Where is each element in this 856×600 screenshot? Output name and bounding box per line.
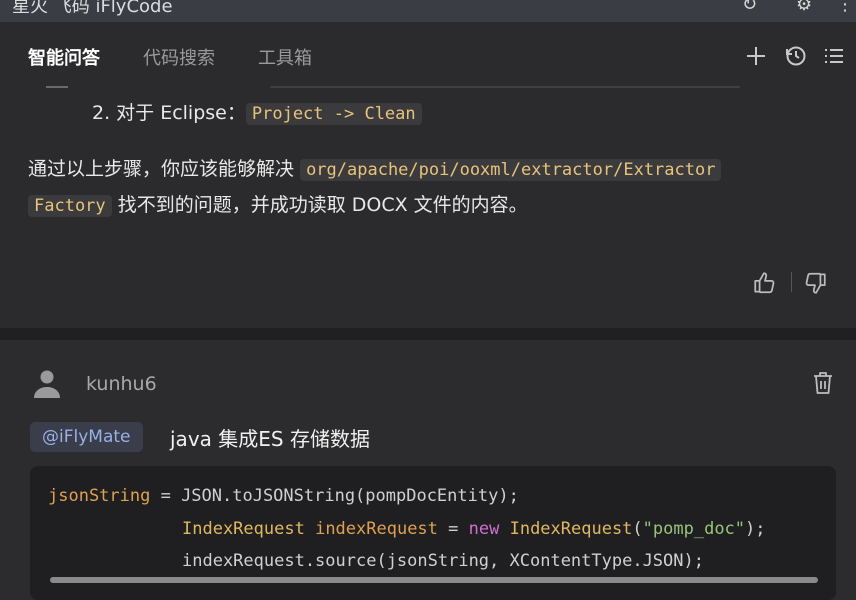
code-line-2: IndexRequest indexRequest = new IndexReq… [182, 519, 766, 539]
more-icon[interactable]: ⋮ [836, 0, 854, 15]
gear-icon[interactable]: ⚙ [796, 0, 812, 15]
answer-step: 2. 对于 Eclipse： Project -> Clean [92, 98, 422, 125]
user-avatar-icon [34, 370, 60, 398]
user-message: kunhu6 @iFlyMate java 集成ES 存储数据 jsonStri… [0, 340, 856, 600]
conclusion-code-part2: Factory [28, 195, 112, 217]
trash-icon[interactable] [812, 370, 834, 396]
list-icon[interactable] [822, 44, 846, 68]
answer-conclusion: 通过以上步骤，你应该能够解决 org/apache/poi/ooxml/extr… [28, 152, 833, 224]
window-title: 星火 飞码 iFlyCode [12, 0, 173, 17]
step-text: 2. 对于 Eclipse： [92, 102, 246, 124]
conclusion-code-part1: org/apache/poi/ooxml/extractor/Extractor [300, 159, 722, 181]
code-horizontal-scrollbar[interactable] [50, 577, 818, 583]
username: kunhu6 [86, 373, 157, 395]
list-marker-fragment [46, 86, 68, 88]
tab-chat[interactable]: 智能问答 [28, 44, 100, 70]
step-code: Project -> Clean [245, 103, 422, 125]
tab-toolbox[interactable]: 工具箱 [258, 44, 312, 70]
mention-badge[interactable]: @iFlyMate [30, 422, 143, 452]
feedback-divider [791, 272, 792, 292]
code-block: jsonString = JSON.toJSONString(pompDocEn… [30, 466, 836, 600]
refresh-icon[interactable]: ↻ [742, 0, 757, 15]
assistant-message: 2. 对于 Eclipse： Project -> Clean 通过以上步骤，你应… [0, 86, 856, 328]
plus-icon[interactable] [744, 44, 768, 68]
tab-bar: 智能问答 代码搜索 工具箱 [0, 22, 856, 88]
code-line-1: jsonString = JSON.toJSONString(pompDocEn… [48, 486, 519, 506]
thumbs-up-icon[interactable] [752, 270, 778, 296]
code-line-3: indexRequest.source(jsonString, XContent… [182, 551, 704, 571]
message-separator [0, 328, 856, 340]
question-text: java 集成ES 存储数据 [170, 427, 370, 451]
title-bar: 星火 飞码 iFlyCode ↻ ⚙ ⋮ [0, 0, 856, 22]
thumbs-down-icon[interactable] [802, 270, 828, 296]
scrolled-code-fragment [270, 86, 740, 88]
conclusion-suffix: 找不到的问题，并成功读取 DOCX 文件的内容。 [117, 194, 528, 216]
tab-code-search[interactable]: 代码搜索 [143, 44, 215, 70]
conclusion-prefix: 通过以上步骤，你应该能够解决 [28, 158, 295, 180]
history-icon[interactable] [784, 44, 808, 68]
